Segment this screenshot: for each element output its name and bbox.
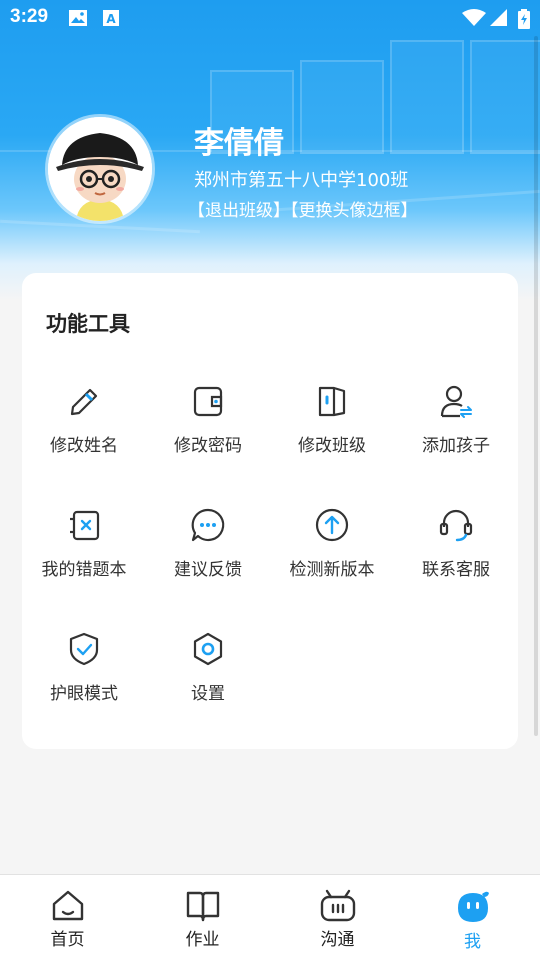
nav-communication[interactable]: 沟通 — [270, 875, 405, 960]
tool-add-child[interactable]: 添加孩子 — [394, 383, 518, 483]
home-icon — [52, 890, 83, 921]
tool-label: 联系客服 — [422, 560, 490, 580]
tool-label: 修改班级 — [298, 436, 366, 456]
tool-eye-care[interactable]: 护眼模式 — [22, 631, 146, 731]
wallet-lock-icon — [193, 386, 223, 417]
scrollbar[interactable] — [534, 36, 538, 736]
tool-change-password[interactable]: 修改密码 — [146, 383, 270, 483]
battery-icon — [518, 9, 530, 33]
me-mascot-icon — [457, 891, 489, 922]
nav-me[interactable]: 我 — [405, 875, 540, 960]
tools-card: 功能工具 修改姓名 修改密码 修改班级 添加孩子 我的错题本 建议反馈 检测新版… — [22, 273, 518, 749]
nav-homework[interactable]: 作业 — [135, 875, 270, 960]
upload-arrow-icon — [315, 508, 349, 542]
signal-icon — [490, 9, 508, 31]
svg-text:A: A — [106, 12, 116, 26]
tool-label: 我的错题本 — [41, 560, 127, 580]
tools-section-title: 功能工具 — [46, 312, 130, 336]
bottom-nav: 首页 作业 沟通 我 — [0, 874, 540, 960]
chat-tv-icon — [320, 889, 355, 922]
user-school-class: 郑州市第五十八中学100班 — [194, 170, 409, 191]
pencil-icon — [70, 388, 98, 416]
tool-label: 检测新版本 — [289, 560, 375, 580]
tool-error-book[interactable]: 我的错题本 — [22, 507, 146, 607]
tool-settings[interactable]: 设置 — [146, 631, 270, 731]
change-avatar-frame-link[interactable]: 【更换头像边框】 — [290, 201, 418, 221]
user-name: 李倩倩 — [194, 126, 284, 161]
profile-screen: 3:29 A 李倩倩 郑州市第五十八中学100班 【退出班级】【更换头像边框】 … — [0, 0, 540, 960]
font-notification-icon: A — [102, 9, 120, 31]
status-bar: 3:29 A — [0, 0, 540, 36]
status-time: 3:29 — [10, 6, 49, 27]
nav-label: 作业 — [185, 930, 220, 950]
tool-contact-service[interactable]: 联系客服 — [394, 507, 518, 607]
nav-home[interactable]: 首页 — [0, 875, 135, 960]
tool-label: 建议反馈 — [174, 560, 242, 580]
nav-label: 我 — [464, 932, 481, 952]
tool-label: 修改密码 — [174, 436, 242, 456]
nav-label: 首页 — [50, 930, 85, 950]
door-icon — [318, 386, 346, 417]
headset-icon — [439, 509, 473, 542]
exit-class-link[interactable]: 【退出班级】 — [188, 201, 290, 221]
add-user-icon — [440, 385, 472, 418]
error-book-icon — [70, 510, 100, 541]
shield-check-icon — [69, 632, 99, 666]
image-notification-icon — [68, 9, 88, 31]
avatar[interactable] — [48, 117, 152, 221]
profile-links: 【退出班级】【更换头像边框】 — [188, 196, 418, 221]
tool-label: 护眼模式 — [50, 684, 118, 704]
tool-feedback[interactable]: 建议反馈 — [146, 507, 270, 607]
wifi-icon — [462, 9, 486, 31]
avatar-cartoon-icon — [48, 117, 152, 221]
hexagon-settings-icon — [193, 632, 223, 666]
tool-label: 修改姓名 — [50, 436, 118, 456]
book-icon — [186, 891, 219, 922]
tool-change-class[interactable]: 修改班级 — [270, 383, 394, 483]
tool-label: 设置 — [191, 684, 225, 704]
tool-check-update[interactable]: 检测新版本 — [270, 507, 394, 607]
nav-label: 沟通 — [320, 930, 355, 950]
chat-bubble-icon — [191, 508, 225, 542]
tool-label: 添加孩子 — [422, 436, 490, 456]
tool-change-name[interactable]: 修改姓名 — [22, 383, 146, 483]
